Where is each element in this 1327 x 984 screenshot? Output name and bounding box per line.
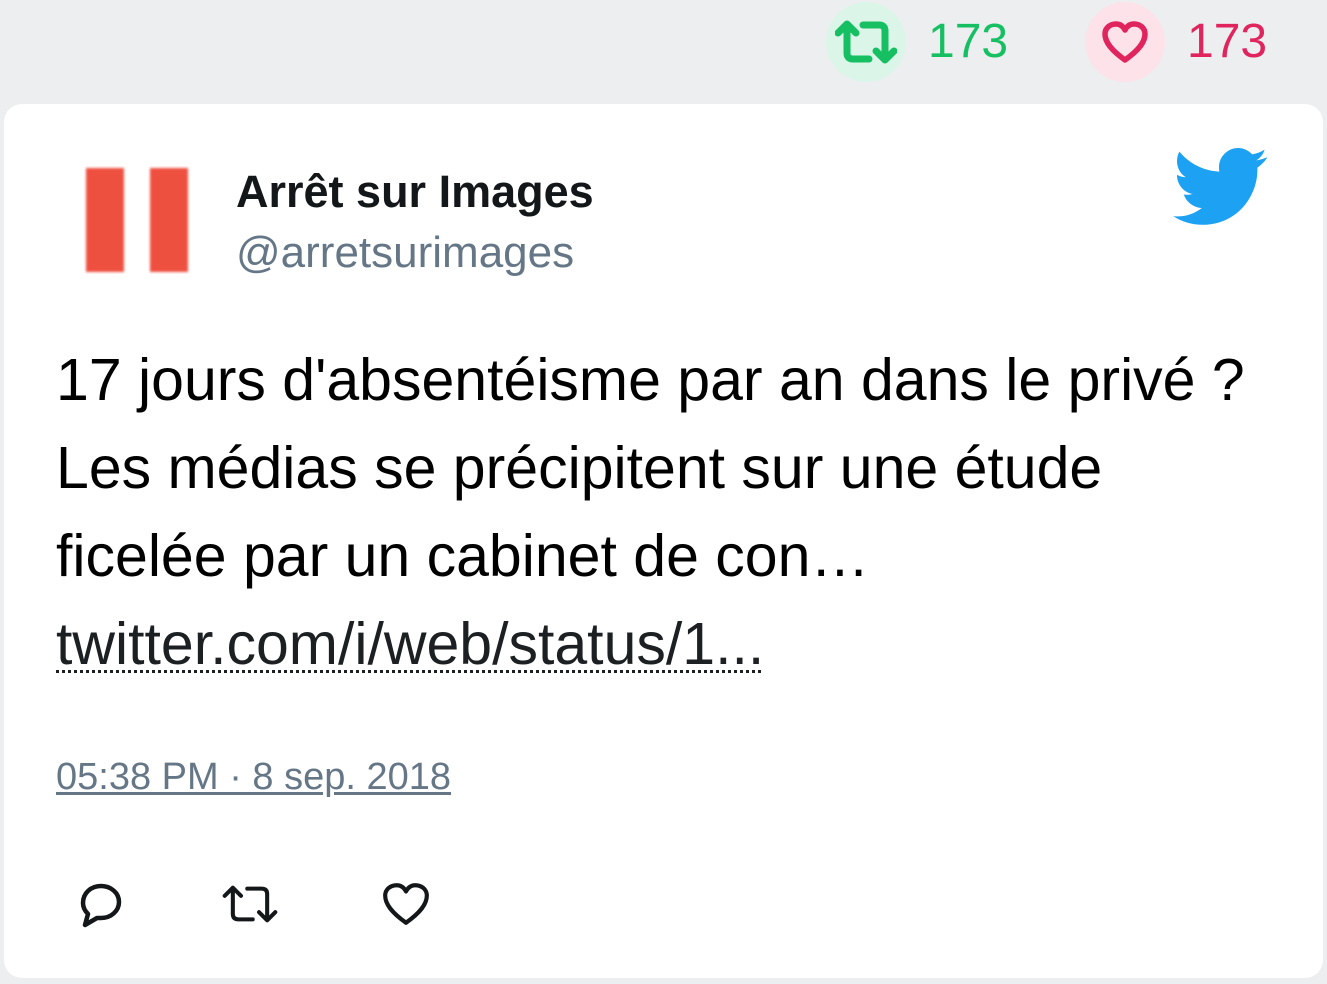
reply-icon (80, 883, 122, 928)
retweet-stat-badge[interactable] (826, 2, 906, 82)
avatar[interactable] (68, 148, 214, 294)
author-handle[interactable]: @arretsurimages (236, 228, 574, 278)
tweet-timestamp[interactable]: 05:38 PM · 8 sep. 2018 (56, 756, 451, 799)
retweet-stat[interactable]: 173 (826, 2, 1008, 82)
retweet-icon (222, 885, 278, 923)
tweet-link[interactable]: twitter.com/i/web/status/1... (56, 611, 764, 677)
like-stat[interactable]: 173 (1085, 2, 1267, 82)
retweet-button[interactable] (222, 876, 278, 932)
like-button[interactable] (378, 876, 434, 932)
avatar-logo-bar-right (150, 168, 188, 272)
tweet-text: 17 jours d'absentéisme par an dans le pr… (56, 336, 1286, 688)
heart-icon (1102, 21, 1148, 63)
stats-bar: 173 173 (0, 0, 1327, 100)
author-name[interactable]: Arrêt sur Images (236, 166, 594, 218)
tweet-card[interactable]: Arrêt sur Images @arretsurimages 17 jour… (4, 104, 1323, 978)
retweet-count: 173 (928, 15, 1009, 68)
tweet-body: 17 jours d'absentéisme par an dans le pr… (56, 347, 1245, 589)
avatar-logo-bar-left (86, 168, 124, 272)
retweet-icon (835, 20, 897, 64)
heart-icon (383, 883, 429, 925)
reply-button[interactable] (72, 876, 128, 932)
like-stat-badge[interactable] (1085, 2, 1165, 82)
twitter-bird-icon[interactable] (1172, 148, 1270, 228)
like-count: 173 (1187, 15, 1268, 68)
